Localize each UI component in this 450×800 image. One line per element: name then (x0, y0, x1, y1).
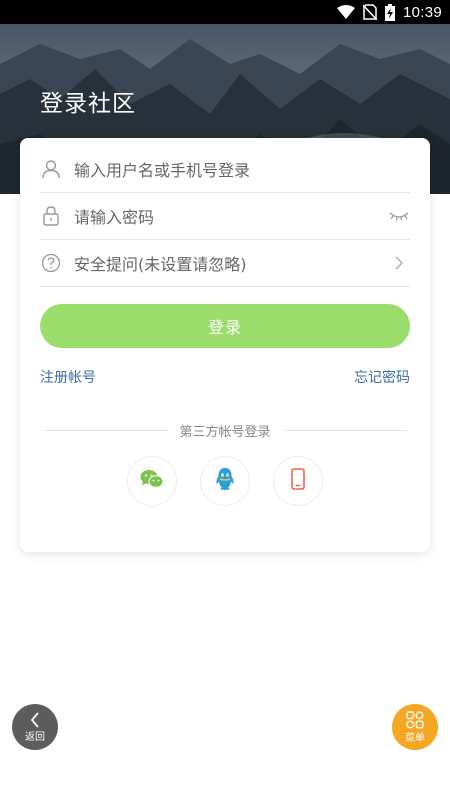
register-link[interactable]: 注册帐号 (40, 367, 96, 387)
password-input[interactable]: 请输入密码 (74, 204, 388, 228)
phone-icon (291, 468, 305, 494)
menu-button[interactable]: 菜单 (392, 704, 438, 750)
third-party-divider: 第三方帐号登录 (44, 420, 407, 440)
username-field[interactable]: 输入用户名或手机号登录 (40, 146, 410, 193)
user-icon (40, 158, 62, 180)
forgot-password-link[interactable]: 忘记密码 (354, 367, 410, 387)
password-field[interactable]: 请输入密码 (40, 193, 410, 240)
back-label: 返回 (25, 731, 45, 743)
wechat-icon (140, 469, 164, 493)
eye-closed-icon[interactable] (388, 205, 410, 227)
lock-icon (40, 205, 62, 227)
question-icon (40, 252, 62, 274)
divider-line-right (282, 429, 407, 431)
chevron-left-icon (30, 711, 40, 731)
status-bar: 10:39 (0, 0, 450, 24)
back-button[interactable]: 返回 (12, 704, 58, 750)
username-input[interactable]: 输入用户名或手机号登录 (74, 157, 410, 181)
battery-charging-icon (384, 3, 395, 21)
qq-icon (214, 467, 236, 495)
divider-line-left (44, 429, 168, 431)
qq-login-button[interactable] (200, 456, 250, 506)
chevron-right-icon (388, 252, 410, 274)
page-title: 登录社区 (40, 91, 136, 117)
no-sim-icon (362, 4, 377, 20)
grid-menu-icon (406, 710, 424, 732)
login-button[interactable]: 登录 (40, 304, 410, 348)
security-question-label: 安全提问(未设置请忽略) (74, 255, 247, 274)
security-question-field[interactable]: 安全提问(未设置请忽略) (40, 240, 410, 287)
phone-login-button[interactable] (273, 456, 323, 506)
wifi-icon (336, 5, 355, 19)
menu-label: 菜单 (405, 732, 425, 744)
third-party-title: 第三方帐号登录 (179, 424, 271, 440)
login-card: 输入用户名或手机号登录 请输入密码 安全提问(未设置请忽略) 登录 注册帐号 忘… (20, 138, 430, 552)
wechat-login-button[interactable] (127, 456, 177, 506)
status-time: 10:39 (402, 3, 442, 21)
